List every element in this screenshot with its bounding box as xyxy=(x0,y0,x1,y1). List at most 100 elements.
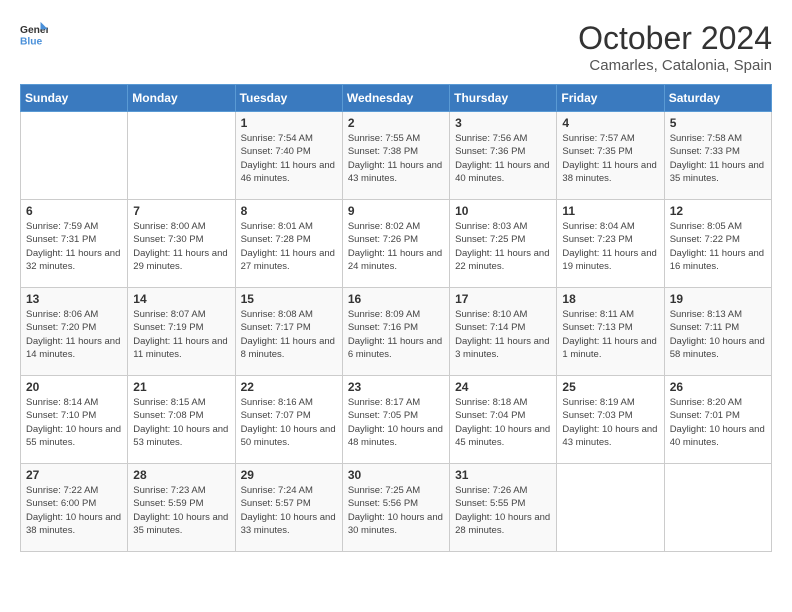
day-number: 28 xyxy=(133,468,229,482)
day-info: Sunrise: 8:07 AMSunset: 7:19 PMDaylight:… xyxy=(133,308,229,361)
day-number: 30 xyxy=(348,468,444,482)
day-info: Sunrise: 7:56 AMSunset: 7:36 PMDaylight:… xyxy=(455,132,551,185)
logo-icon: General Blue xyxy=(20,20,48,48)
day-number: 26 xyxy=(670,380,766,394)
day-number: 12 xyxy=(670,204,766,218)
day-info: Sunrise: 8:15 AMSunset: 7:08 PMDaylight:… xyxy=(133,396,229,449)
day-number: 31 xyxy=(455,468,551,482)
day-number: 6 xyxy=(26,204,122,218)
calendar-cell: 13Sunrise: 8:06 AMSunset: 7:20 PMDayligh… xyxy=(21,288,128,376)
day-info: Sunrise: 8:19 AMSunset: 7:03 PMDaylight:… xyxy=(562,396,658,449)
day-number: 1 xyxy=(241,116,337,130)
day-info: Sunrise: 8:01 AMSunset: 7:28 PMDaylight:… xyxy=(241,220,337,273)
calendar-cell: 15 Sunrise: 8:08 AMSunset: 7:17 PMDayligh… xyxy=(235,288,342,376)
day-number: 3 xyxy=(455,116,551,130)
calendar-cell: 19 Sunrise: 8:13 AMSunset: 7:11 PMDayligh… xyxy=(664,288,771,376)
calendar-table: Sunday Monday Tuesday Wednesday Thursday… xyxy=(20,84,772,552)
calendar-cell: 6 Sunrise: 7:59 AMSunset: 7:31 PMDaylight… xyxy=(21,200,128,288)
calendar-cell: 18Sunrise: 8:11 AMSunset: 7:13 PMDayligh… xyxy=(557,288,664,376)
calendar-cell: 10 Sunrise: 8:03 AMSunset: 7:25 PMDayligh… xyxy=(450,200,557,288)
calendar-cell xyxy=(557,464,664,552)
day-number: 23 xyxy=(348,380,444,394)
day-number: 29 xyxy=(241,468,337,482)
day-number: 14 xyxy=(133,292,229,306)
day-number: 19 xyxy=(670,292,766,306)
day-info: Sunrise: 8:13 AMSunset: 7:11 PMDaylight:… xyxy=(670,308,766,361)
day-info: Sunrise: 7:24 AMSunset: 5:57 PMDaylight:… xyxy=(241,484,337,537)
day-number: 25 xyxy=(562,380,658,394)
calendar-cell xyxy=(21,112,128,200)
day-number: 21 xyxy=(133,380,229,394)
calendar-cell: 5Sunrise: 7:58 AMSunset: 7:33 PMDaylight… xyxy=(664,112,771,200)
day-info: Sunrise: 7:25 AMSunset: 5:56 PMDaylight:… xyxy=(348,484,444,537)
col-saturday: Saturday xyxy=(664,85,771,112)
day-info: Sunrise: 8:14 AMSunset: 7:10 PMDaylight:… xyxy=(26,396,122,449)
day-number: 27 xyxy=(26,468,122,482)
calendar-cell: 11 Sunrise: 8:04 AMSunset: 7:23 PMDayligh… xyxy=(557,200,664,288)
day-info: Sunrise: 8:09 AMSunset: 7:16 PMDaylight:… xyxy=(348,308,444,361)
day-number: 20 xyxy=(26,380,122,394)
day-info: Sunrise: 7:59 AMSunset: 7:31 PMDaylight:… xyxy=(26,220,122,273)
calendar-cell: 27 Sunrise: 7:22 AMSunset: 6:00 PMDayligh… xyxy=(21,464,128,552)
calendar-cell: 1 Sunrise: 7:54 AMSunset: 7:40 PMDaylight… xyxy=(235,112,342,200)
calendar-cell: 9 Sunrise: 8:02 AMSunset: 7:26 PMDaylight… xyxy=(342,200,449,288)
day-info: Sunrise: 8:18 AMSunset: 7:04 PMDaylight:… xyxy=(455,396,551,449)
day-info: Sunrise: 8:03 AMSunset: 7:25 PMDaylight:… xyxy=(455,220,551,273)
day-info: Sunrise: 7:26 AMSunset: 5:55 PMDaylight:… xyxy=(455,484,551,537)
day-number: 24 xyxy=(455,380,551,394)
header-row: Sunday Monday Tuesday Wednesday Thursday… xyxy=(21,85,772,112)
calendar-cell: 24 Sunrise: 8:18 AMSunset: 7:04 PMDayligh… xyxy=(450,376,557,464)
calendar-cell: 29 Sunrise: 7:24 AMSunset: 5:57 PMDayligh… xyxy=(235,464,342,552)
day-info: Sunrise: 8:04 AMSunset: 7:23 PMDaylight:… xyxy=(562,220,658,273)
day-info: Sunrise: 8:11 AMSunset: 7:13 PMDaylight:… xyxy=(562,308,658,361)
calendar-cell: 12 Sunrise: 8:05 AMSunset: 7:22 PMDayligh… xyxy=(664,200,771,288)
calendar-week-3: 13Sunrise: 8:06 AMSunset: 7:20 PMDayligh… xyxy=(21,288,772,376)
svg-text:Blue: Blue xyxy=(20,36,43,47)
calendar-cell: 28Sunrise: 7:23 AMSunset: 5:59 PMDayligh… xyxy=(128,464,235,552)
day-info: Sunrise: 7:55 AMSunset: 7:38 PMDaylight:… xyxy=(348,132,444,185)
day-number: 9 xyxy=(348,204,444,218)
calendar-cell: 3 Sunrise: 7:56 AMSunset: 7:36 PMDaylight… xyxy=(450,112,557,200)
day-number: 4 xyxy=(562,116,658,130)
calendar-week-1: 1 Sunrise: 7:54 AMSunset: 7:40 PMDaylight… xyxy=(21,112,772,200)
day-info: Sunrise: 7:22 AMSunset: 6:00 PMDaylight:… xyxy=(26,484,122,537)
calendar-cell: 25 Sunrise: 8:19 AMSunset: 7:03 PMDayligh… xyxy=(557,376,664,464)
day-info: Sunrise: 8:06 AMSunset: 7:20 PMDaylight:… xyxy=(26,308,122,361)
day-number: 17 xyxy=(455,292,551,306)
col-thursday: Thursday xyxy=(450,85,557,112)
calendar-cell: 22Sunrise: 8:16 AMSunset: 7:07 PMDayligh… xyxy=(235,376,342,464)
calendar-cell: 17 Sunrise: 8:10 AMSunset: 7:14 PMDayligh… xyxy=(450,288,557,376)
calendar-cell: 31 Sunrise: 7:26 AMSunset: 5:55 PMDayligh… xyxy=(450,464,557,552)
day-number: 5 xyxy=(670,116,766,130)
calendar-week-4: 20 Sunrise: 8:14 AMSunset: 7:10 PMDayligh… xyxy=(21,376,772,464)
day-number: 2 xyxy=(348,116,444,130)
calendar-week-2: 6 Sunrise: 7:59 AMSunset: 7:31 PMDaylight… xyxy=(21,200,772,288)
calendar-cell: 7 Sunrise: 8:00 AMSunset: 7:30 PMDaylight… xyxy=(128,200,235,288)
day-number: 10 xyxy=(455,204,551,218)
day-info: Sunrise: 8:02 AMSunset: 7:26 PMDaylight:… xyxy=(348,220,444,273)
col-monday: Monday xyxy=(128,85,235,112)
calendar-cell: 14 Sunrise: 8:07 AMSunset: 7:19 PMDayligh… xyxy=(128,288,235,376)
day-info: Sunrise: 7:54 AMSunset: 7:40 PMDaylight:… xyxy=(241,132,337,185)
logo: General Blue xyxy=(20,20,48,48)
day-number: 8 xyxy=(241,204,337,218)
col-friday: Friday xyxy=(557,85,664,112)
location: Camarles, Catalonia, Spain xyxy=(578,57,772,74)
month-title: October 2024 xyxy=(578,20,772,57)
col-sunday: Sunday xyxy=(21,85,128,112)
day-number: 15 xyxy=(241,292,337,306)
day-number: 16 xyxy=(348,292,444,306)
day-info: Sunrise: 8:00 AMSunset: 7:30 PMDaylight:… xyxy=(133,220,229,273)
day-info: Sunrise: 8:05 AMSunset: 7:22 PMDaylight:… xyxy=(670,220,766,273)
day-info: Sunrise: 8:10 AMSunset: 7:14 PMDaylight:… xyxy=(455,308,551,361)
page-header: General Blue October 2024 Camarles, Cata… xyxy=(20,20,772,74)
calendar-cell: 23Sunrise: 8:17 AMSunset: 7:05 PMDayligh… xyxy=(342,376,449,464)
calendar-cell: 2 Sunrise: 7:55 AMSunset: 7:38 PMDaylight… xyxy=(342,112,449,200)
day-number: 22 xyxy=(241,380,337,394)
day-number: 11 xyxy=(562,204,658,218)
day-number: 7 xyxy=(133,204,229,218)
day-info: Sunrise: 8:08 AMSunset: 7:17 PMDaylight:… xyxy=(241,308,337,361)
day-info: Sunrise: 7:57 AMSunset: 7:35 PMDaylight:… xyxy=(562,132,658,185)
col-tuesday: Tuesday xyxy=(235,85,342,112)
title-block: October 2024 Camarles, Catalonia, Spain xyxy=(578,20,772,74)
